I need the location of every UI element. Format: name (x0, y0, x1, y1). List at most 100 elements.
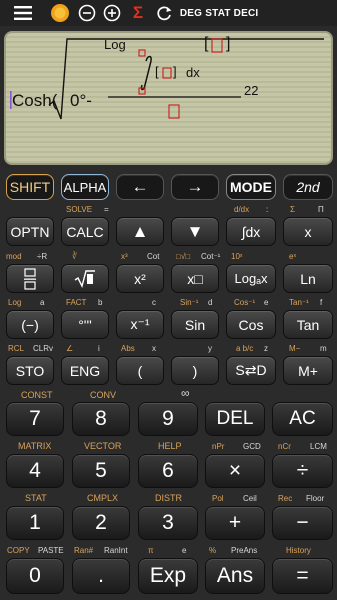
label-a: a (40, 298, 45, 307)
label-mminus: M− (289, 344, 301, 353)
label-fact: FACT (66, 298, 87, 307)
label-x: x (152, 344, 156, 353)
degree-text: 0°- (70, 91, 92, 110)
dx-text: dx (186, 65, 200, 80)
label-e: e (264, 298, 269, 307)
label-paste: PASTE (38, 546, 64, 555)
equals-key[interactable]: = (272, 558, 333, 594)
mode-key[interactable]: MODE (226, 174, 276, 200)
sun-icon[interactable] (48, 2, 72, 24)
label-ncr: nCr (278, 442, 291, 451)
calculator-display[interactable]: Cosh( 0°- Log [ ] [ ] dx 22 (4, 31, 333, 165)
digit-3-key[interactable]: 3 (138, 506, 198, 540)
left-arrow-key[interactable]: ← (116, 174, 164, 200)
label-solve: SOLVE (66, 205, 93, 214)
label-divr: ÷R (37, 252, 48, 261)
digit-1-key[interactable]: 1 (6, 506, 64, 540)
sqrt-key[interactable] (61, 264, 109, 293)
bracket-left-top: [ (204, 35, 209, 52)
calc-key[interactable]: CALC (61, 217, 109, 246)
divide-key[interactable]: ÷ (272, 454, 333, 488)
negate-key[interactable]: (−) (6, 310, 54, 339)
label-infinity: ∞ (181, 386, 190, 400)
degree-key[interactable]: °''' (61, 310, 109, 339)
sto-key[interactable]: STO (6, 356, 54, 385)
del-key[interactable]: DEL (205, 402, 265, 436)
x-variable-key[interactable]: x (283, 217, 333, 246)
sigma-icon[interactable]: Σ (128, 2, 148, 24)
label-rec: Rec (278, 494, 293, 503)
integral-key[interactable]: ∫dx (226, 217, 276, 246)
decimal-key[interactable]: . (72, 558, 130, 594)
label-gcd: GCD (243, 442, 261, 451)
label-abc: a b/c (236, 344, 254, 353)
refresh-icon[interactable] (153, 2, 175, 24)
down-arrow-key[interactable]: ▼ (171, 217, 219, 246)
keypad: SHIFT ALPHA ← → MODE 2nd SOLVE = d/dx : … (0, 168, 337, 600)
label-cot: Cot (147, 252, 160, 261)
log-base-key[interactable]: Logₐx (226, 264, 276, 293)
label-abs: Abs (121, 344, 135, 353)
reciprocal-key[interactable]: x⁻¹ (116, 310, 164, 339)
label-ex: eˣ (289, 252, 297, 261)
label-log: Log (8, 298, 22, 307)
label-b: b (98, 298, 103, 307)
label-preans: PreAns (231, 546, 258, 555)
second-key[interactable]: 2nd (283, 174, 333, 200)
up-arrow-key[interactable]: ▲ (116, 217, 164, 246)
sin-key[interactable]: Sin (171, 310, 219, 339)
ac-key[interactable]: AC (272, 402, 333, 436)
label-cos-inv: Cos⁻¹ (234, 298, 256, 307)
digit-9-key[interactable]: 9 (138, 402, 198, 436)
power-key[interactable]: x□ (171, 264, 219, 293)
digit-2-key[interactable]: 2 (72, 506, 130, 540)
ln-key[interactable]: Ln (283, 264, 333, 293)
label-percent: % (209, 546, 217, 555)
label-ranint: RanInt (104, 546, 128, 555)
exp-key[interactable]: Exp (138, 558, 198, 594)
label-clrv: CLRv (33, 344, 54, 353)
multiply-key[interactable]: × (205, 454, 265, 488)
label-x3: x³ (121, 252, 128, 261)
alpha-key[interactable]: ALPHA (61, 174, 109, 200)
digit-0-key[interactable]: 0 (6, 558, 64, 594)
minus-key[interactable]: − (272, 506, 333, 540)
digit-5-key[interactable]: 5 (72, 454, 130, 488)
label-nthroot: □√□ (176, 252, 191, 261)
label-i: i (98, 344, 100, 353)
s-to-d-key[interactable]: S⇄D (226, 356, 276, 385)
eng-key[interactable]: ENG (61, 356, 109, 385)
label-distr: DISTR (155, 493, 182, 503)
digit-7-key[interactable]: 7 (6, 402, 64, 436)
cos-key[interactable]: Cos (226, 310, 276, 339)
shift-key[interactable]: SHIFT (6, 174, 54, 200)
ans-key[interactable]: Ans (205, 558, 265, 594)
plus-key[interactable]: + (205, 506, 265, 540)
optn-key[interactable]: OPTN (6, 217, 54, 246)
label-help: HELP (158, 441, 182, 451)
m-plus-key[interactable]: M+ (283, 356, 333, 385)
label-stat: STAT (25, 493, 47, 503)
digit-4-key[interactable]: 4 (6, 454, 64, 488)
digit-8-key[interactable]: 8 (72, 402, 130, 436)
digit-6-key[interactable]: 6 (138, 454, 198, 488)
label-colon: : (266, 205, 269, 214)
label-ceil: Ceil (243, 494, 257, 503)
bracket-left-mid: [ (155, 64, 159, 79)
square-key[interactable]: x² (116, 264, 164, 293)
close-paren-key[interactable]: ) (171, 356, 219, 385)
label-ddx: d/dx (234, 205, 250, 214)
zoom-out-icon[interactable] (76, 2, 98, 24)
zoom-in-icon[interactable] (101, 2, 123, 24)
bracket-right-mid: ] (173, 64, 177, 79)
menu-icon[interactable] (10, 2, 36, 24)
label-pi: π (148, 546, 154, 555)
label-c: c (152, 298, 156, 307)
tan-key[interactable]: Tan (283, 310, 333, 339)
label-d: d (208, 298, 213, 307)
fraction-key[interactable] (6, 264, 54, 293)
log-text: Log (104, 37, 126, 52)
open-paren-key[interactable]: ( (116, 356, 164, 385)
deg-indicator: DEG (179, 7, 203, 19)
right-arrow-key[interactable]: → (171, 174, 219, 200)
